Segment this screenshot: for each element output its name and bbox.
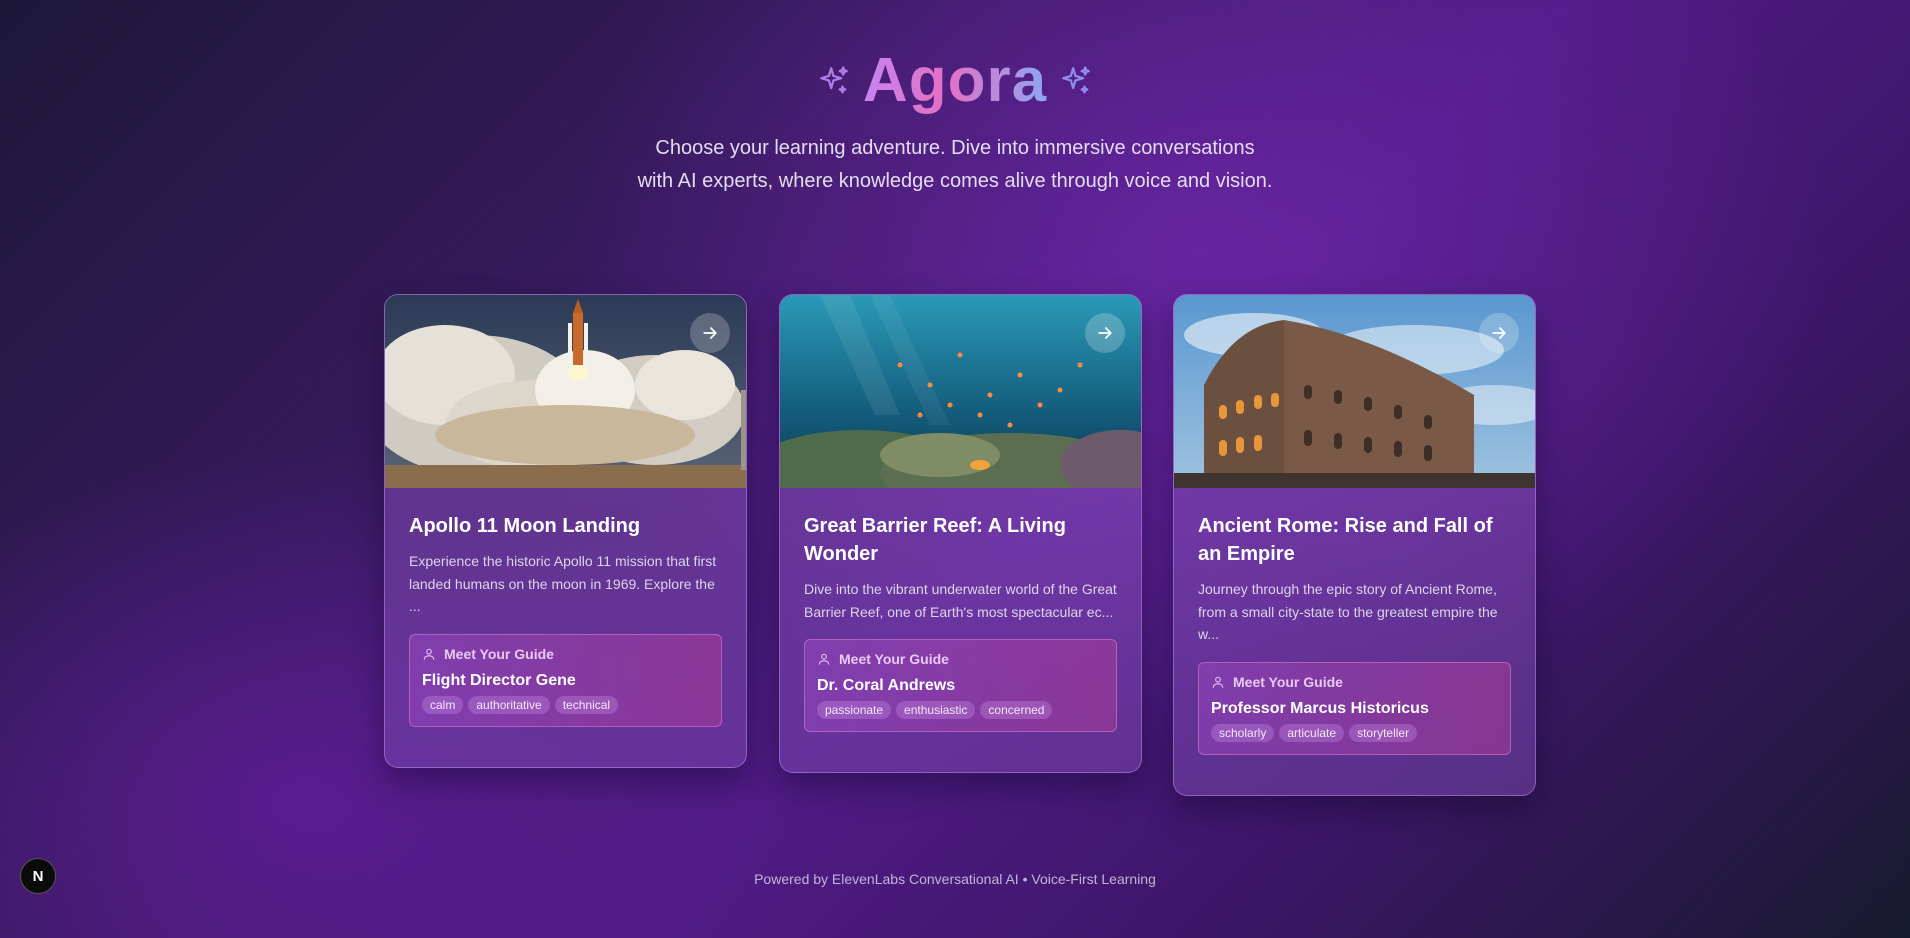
guide-label: Meet Your Guide bbox=[444, 645, 554, 662]
trait-tag: storyteller bbox=[1349, 723, 1418, 742]
course-card-rome[interactable]: Ancient Rome: Rise and Fall of an Empire… bbox=[1173, 294, 1536, 796]
user-icon bbox=[423, 648, 435, 660]
trait-tag: enthusiastic bbox=[896, 701, 976, 719]
trait-tag: technical bbox=[554, 695, 619, 714]
guide-header: Meet Your Guide bbox=[1211, 674, 1498, 690]
guide-name: Flight Director Gene bbox=[422, 671, 576, 689]
rocket-launch-image bbox=[385, 295, 746, 488]
card-description: Dive into the vibrant underwater world o… bbox=[804, 581, 1117, 620]
open-course-button[interactable] bbox=[1479, 313, 1519, 353]
arrow-right-icon bbox=[1492, 327, 1506, 339]
guide-header: Meet Your Guide bbox=[817, 651, 1104, 667]
user-icon bbox=[818, 653, 830, 665]
course-card-reef[interactable]: Great Barrier Reef: A Living Wonder Dive… bbox=[779, 294, 1142, 773]
open-course-button[interactable] bbox=[690, 313, 730, 353]
guide-header: Meet Your Guide bbox=[422, 646, 709, 662]
trait-tag: scholarly bbox=[1211, 723, 1275, 742]
trait-tags: scholarly articulate storyteller bbox=[1211, 723, 1498, 742]
trait-tags: calm authoritative technical bbox=[422, 695, 709, 714]
trait-tag: articulate bbox=[1279, 723, 1345, 742]
card-description: Journey through the epic story of Ancien… bbox=[1198, 581, 1498, 642]
guide-name: Dr. Coral Andrews bbox=[817, 677, 956, 694]
page-subtitle: Choose your learning adventure. Dive int… bbox=[637, 137, 1273, 192]
card-body: Great Barrier Reef: A Living Wonder Dive… bbox=[780, 488, 1141, 772]
card-body: Ancient Rome: Rise and Fall of an Empire… bbox=[1174, 488, 1535, 795]
trait-tag: calm bbox=[422, 695, 464, 714]
trait-tag: passionate bbox=[817, 701, 892, 719]
card-body: Apollo 11 Moon Landing Experience the hi… bbox=[385, 488, 746, 767]
title-row: Agora bbox=[0, 44, 1910, 118]
open-course-button[interactable] bbox=[1085, 313, 1125, 353]
guide-name: Professor Marcus Historicus bbox=[1211, 699, 1429, 717]
trait-tag: authoritative bbox=[468, 695, 550, 714]
card-title: Great Barrier Reef: A Living Wonder bbox=[804, 515, 1066, 565]
coral-reef-image bbox=[780, 295, 1141, 488]
colosseum-image bbox=[1174, 295, 1535, 488]
arrow-right-icon bbox=[703, 327, 717, 339]
arrow-right-icon bbox=[1098, 327, 1112, 339]
footer-text: Powered by ElevenLabs Conversational AI … bbox=[754, 871, 1156, 887]
guide-label: Meet Your Guide bbox=[839, 651, 949, 667]
page-title: Agora bbox=[863, 44, 1047, 118]
guide-label: Meet Your Guide bbox=[1233, 673, 1343, 690]
card-description: Experience the historic Apollo 11 missio… bbox=[409, 553, 717, 614]
guide-panel: Meet Your Guide Dr. Coral Andrews passio… bbox=[804, 639, 1117, 732]
card-title: Apollo 11 Moon Landing bbox=[409, 515, 641, 537]
trait-tags: passionate enthusiastic concerned bbox=[817, 701, 1104, 719]
sparkles-icon bbox=[1059, 64, 1093, 98]
guide-panel: Meet Your Guide Flight Director Gene cal… bbox=[409, 633, 722, 727]
course-card-apollo[interactable]: Apollo 11 Moon Landing Experience the hi… bbox=[384, 294, 747, 768]
card-title: Ancient Rome: Rise and Fall of an Empire bbox=[1198, 515, 1493, 565]
sparkles-icon bbox=[817, 64, 851, 98]
trait-tag: concerned bbox=[980, 701, 1053, 719]
guide-panel: Meet Your Guide Professor Marcus Histori… bbox=[1198, 661, 1511, 755]
user-icon bbox=[1212, 676, 1224, 688]
